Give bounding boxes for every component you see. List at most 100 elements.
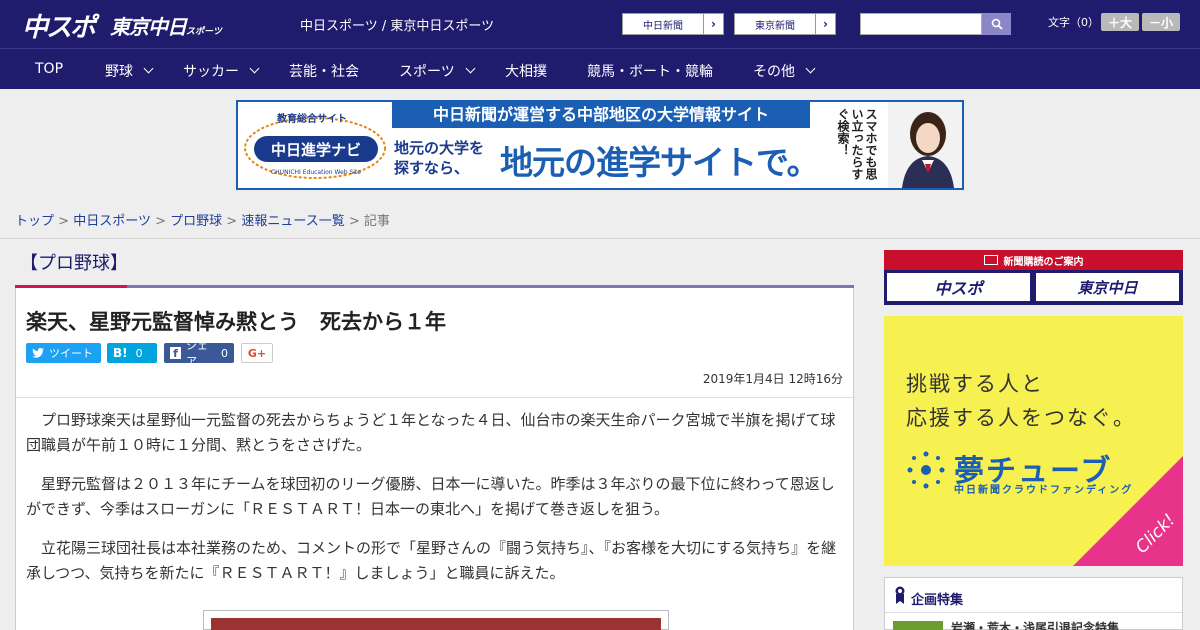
chevron-down-icon [805,63,816,74]
chevron-right-icon: › [815,14,835,34]
nav-label: 芸能・社会 [289,64,359,80]
nav-item-soccer[interactable]: サッカー [183,61,260,81]
special-features-box: 企画特集 岩瀬・荒木・浅尾引退記念特集 [884,577,1183,630]
breadcrumb-chuspo[interactable]: 中日スポーツ [73,214,151,229]
yume-tube-line1: 挑戦する人と [906,372,1044,396]
breadcrumb-top[interactable]: トップ [15,214,54,229]
site-names: 中日スポーツ / 東京中日スポーツ [300,19,495,34]
nav-label: スポーツ [399,64,455,80]
nav-item-top[interactable]: TOP [35,61,63,77]
twitter-icon [32,348,44,358]
breadcrumb-sep: > [155,214,166,229]
nav-label: TOP [35,61,64,77]
nav-item-racing[interactable]: 競馬・ボート・競輪 [587,61,713,81]
special-item-link[interactable]: 岩瀬・荒木・浅尾引退記念特集 [951,619,1119,630]
chunichi-shimbun-button[interactable]: 中日新聞 › [622,13,724,35]
tokyo-shimbun-label: 東京新聞 [755,20,795,32]
yume-tube-dots-icon [907,451,945,489]
chevron-down-icon [143,63,154,74]
nav-label: サッカー [183,64,239,80]
article-paragraph: プロ野球楽天は星野仙一元監督の死去からちょうど１年となった４日、仙台市の楽天生命… [26,411,836,454]
article-body: 楽天、星野元監督悼み黙とう 死去から１年 ツイート B! 0 f シェア 0 G… [15,288,854,630]
nav-label: その他 [753,64,795,80]
education-banner-ad[interactable]: 教育総合サイト 中日進学ナビ CHUNICHI Education Web Si… [236,100,964,190]
article-photo-image [211,618,661,630]
yume-tube-ad[interactable]: 挑戦する人と 応援する人をつなぐ。 夢チューブ 中日新聞クラウドファンディング … [884,316,1183,566]
subscription-heading: 新聞購読のご案内 [884,250,1183,270]
google-plus-button[interactable]: G+ [241,343,273,363]
article-paragraph: 立花陽三球団社長は本社業務のため、コメントの形で「星野さんの『闘う気持ち』、『お… [26,539,837,582]
breadcrumb-divider [0,238,1200,239]
article-date: 2019年1月4日 12時16分 [702,372,843,386]
breadcrumb-sep: > [226,214,238,229]
search-icon [991,18,1003,30]
banner-vertical-copy: スマホでも思い立ったらすぐ検索！ [836,108,878,180]
subscription-heading-label: 新聞購読のご案内 [1003,256,1084,268]
header-bar: 中スポ 東京中日スポーツ 中日スポーツ / 東京中日スポーツ 中日新聞 › 東京… [0,0,1200,48]
facebook-icon: f [170,347,181,360]
banner-logo-main: 中日進学ナビ [271,141,361,159]
nav-item-entertainment[interactable]: 芸能・社会 [289,61,359,81]
banner-sub-line2: 探すなら、 [394,159,470,177]
tokyo-chunichi-logo[interactable]: 東京中日スポーツ [110,11,222,40]
article-divider [16,397,853,398]
category-heading: 【プロ野球】 [20,253,128,274]
chuspo-logo[interactable]: 中スポ [22,7,96,44]
nav-item-baseball[interactable]: 野球 [105,61,154,81]
search-button[interactable] [982,13,1011,35]
tweet-button[interactable]: ツイート [26,343,101,363]
breadcrumb-sep: > [348,214,360,229]
facebook-label: シェア [185,339,208,368]
nav-label: 野球 [105,64,133,80]
banner-main-copy: 地元の進学サイトで。 [500,143,820,182]
subscription-box: 新聞購読のご案内 中スポ 東京中日 [884,250,1183,305]
tokyo-chunichi-logo-text: 東京中日 [110,15,187,39]
font-bigger-button[interactable]: ＋大 [1101,13,1139,31]
nav-label: 競馬・ボート・競輪 [587,64,713,80]
nav-label: 大相撲 [505,64,547,80]
hatena-button[interactable]: B! 0 [107,343,157,363]
nav-item-sumo[interactable]: 大相撲 [505,61,547,81]
breadcrumb: トップ > 中日スポーツ > プロ野球 > 速報ニュース一覧 > 記事 [15,210,390,229]
search-input[interactable] [860,13,982,35]
article-paragraph: 星野元監督は２０１３年にチームを球団初のリーグ優勝、日本一に導いた。昨季は３年ぶ… [26,475,835,518]
banner-sub-line1: 地元の大学を [394,139,485,157]
hatena-icon: B! [113,346,128,360]
article-title: 楽天、星野元監督悼み黙とう 死去から１年 [26,310,446,334]
font-smaller-button[interactable]: －小 [1142,13,1180,31]
special-features-divider [885,612,1182,613]
banner-logo-en: CHUNICHI Education Web Site [271,169,361,176]
special-features-heading: 企画特集 [911,593,964,608]
tokyo-shimbun-button[interactable]: 東京新聞 › [734,13,836,35]
breadcrumb-sep: > [58,214,70,229]
banner-logo-top: 教育総合サイト [276,112,347,125]
facebook-count: 0 [221,346,228,360]
nav-item-other[interactable]: その他 [753,61,816,81]
breadcrumb-news-list[interactable]: 速報ニュース一覧 [241,214,344,229]
chevron-down-icon [249,63,260,74]
tokyo-chunichi-logo-small: スポーツ [186,27,222,37]
subscribe-chuspo-button[interactable]: 中スポ [887,273,1030,301]
font-size-label: 文字（0） [1048,16,1099,29]
nav-item-sports[interactable]: スポーツ [399,61,476,81]
main-nav: TOP 野球 サッカー 芸能・社会 スポーツ 大相撲 競馬・ボート・競輪 その他 [0,48,1200,89]
article-photo[interactable] [203,610,669,630]
shingaku-navi-logo: 教育総合サイト 中日進学ナビ CHUNICHI Education Web Si… [244,112,386,179]
student-photo [888,102,962,188]
tweet-label: ツイート [49,347,93,360]
chevron-right-icon: › [703,14,723,34]
newspaper-icon [983,255,998,265]
subscribe-tokyo-chunichi-button[interactable]: 東京中日 [1036,273,1179,301]
breadcrumb-current: 記事 [363,214,390,229]
banner-sub: 地元の大学を 探すなら、 [394,138,484,178]
ribbon-icon [895,586,905,604]
chevron-down-icon [465,63,476,74]
yume-tube-line2: 応援する人をつなぐ。 [906,406,1136,430]
facebook-share-button[interactable]: f シェア 0 [164,339,234,368]
hatena-count: 0 [135,346,143,360]
banner-headline: 中日新聞が運営する中部地区の大学情報サイト [392,102,810,128]
search-box [860,13,1011,35]
special-item-thumbnail[interactable] [893,621,943,630]
chunichi-shimbun-label: 中日新聞 [643,20,683,32]
breadcrumb-pro-baseball[interactable]: プロ野球 [170,214,222,229]
